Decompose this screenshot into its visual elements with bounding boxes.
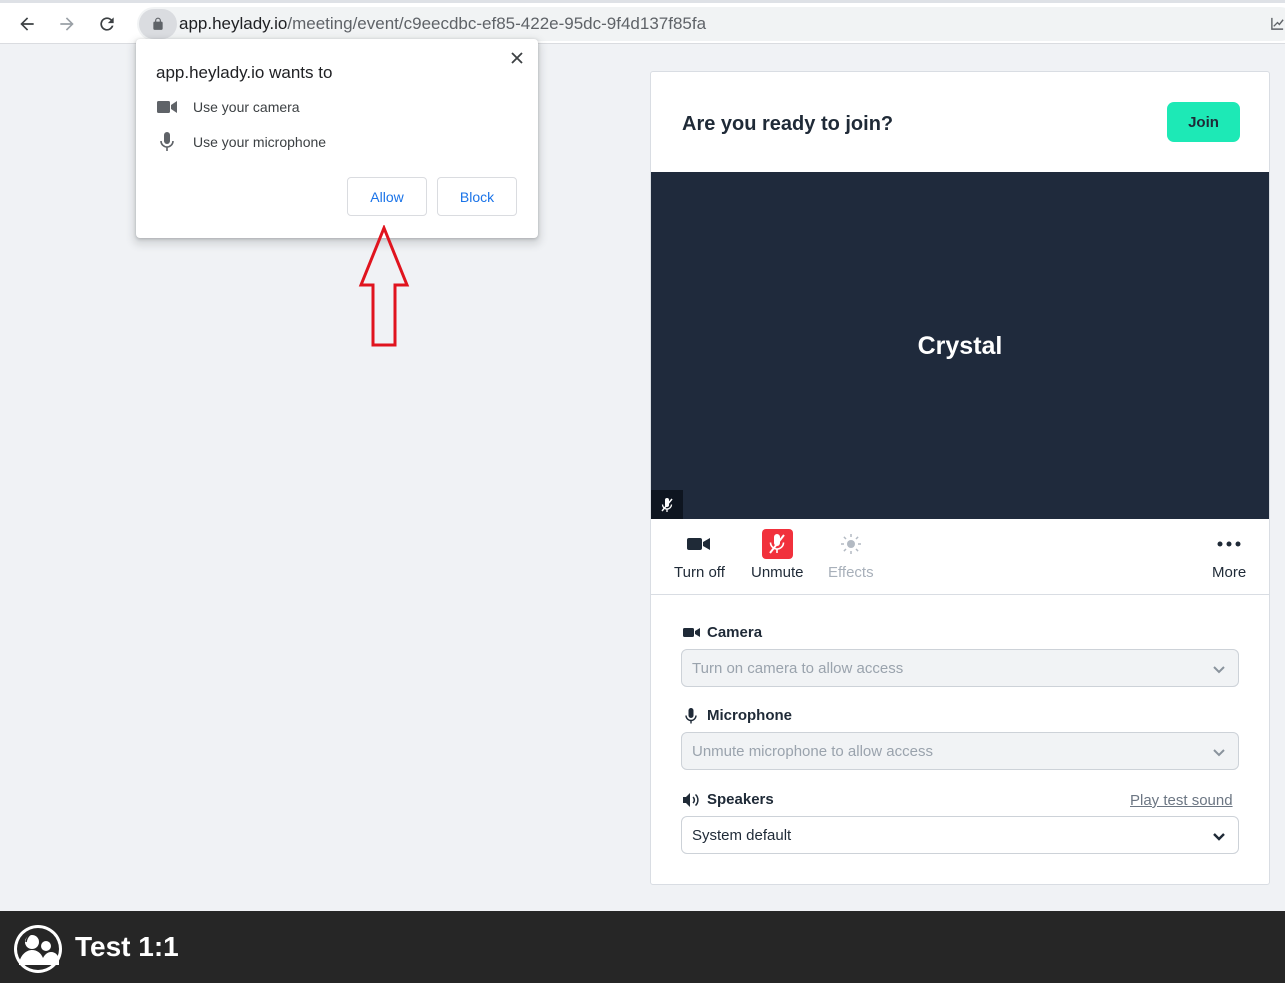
chart-icon[interactable] [1270,16,1285,31]
arrow-up-icon [358,225,410,347]
chevron-down-icon [1213,749,1225,757]
speakers-label: Speakers [682,791,774,808]
microphone-icon [156,132,178,151]
microphone-icon [682,707,700,724]
more-button[interactable]: More [1212,529,1246,581]
url-text: app.heylady.io/meeting/event/c9eecdbc-ef… [179,14,706,34]
video-preview: Crystal [651,172,1269,519]
allow-button[interactable]: Allow [347,177,427,216]
mic-off-icon [769,534,786,554]
card-title: Are you ready to join? [682,113,894,135]
reload-icon [100,17,114,31]
address-bar[interactable]: app.heylady.io/meeting/event/c9eecdbc-ef… [137,7,1285,41]
browser-toolbar: app.heylady.io/meeting/event/c9eecdbc-ef… [0,0,1285,44]
mic-muted-badge [651,490,683,519]
chevron-down-icon [1213,666,1225,674]
video-camera-icon [156,98,178,116]
permission-camera-label: Use your camera [193,99,300,115]
permission-title: app.heylady.io wants to [156,63,333,82]
effects-label: Effects [828,564,874,581]
mic-off-icon [661,497,673,512]
more-dots-icon [1217,541,1241,547]
play-test-sound-link[interactable]: Play test sound [1130,792,1233,809]
camera-toggle-label: Turn off [674,564,725,581]
reload-button[interactable] [92,9,122,39]
forward-button[interactable] [52,9,82,39]
close-icon [511,52,523,64]
video-camera-icon [687,538,711,550]
media-controls: Turn off Unmute Effects More [651,519,1269,595]
microphone-select-text: Unmute microphone to allow access [692,742,933,760]
speakers-select[interactable]: System default [681,816,1239,854]
unmute-label: Unmute [751,564,804,581]
chevron-down-icon [1213,833,1225,841]
heylady-logo-icon [14,925,62,973]
more-label: More [1212,564,1247,581]
speakers-select-text: System default [692,826,792,844]
arrow-left-icon [20,17,34,31]
back-button[interactable] [12,9,42,39]
camera-label: Camera [682,624,762,641]
unmute-button[interactable]: Unmute [751,529,804,581]
site-info-button[interactable] [139,9,177,39]
bottom-bar: Test 1:1 [0,911,1285,983]
lock-icon [153,17,163,30]
camera-toggle-button[interactable]: Turn off [674,529,725,581]
permission-microphone-label: Use your microphone [193,134,327,150]
participant-name: Crystal [917,332,1003,360]
microphone-label-text: Microphone [707,707,792,724]
microphone-select[interactable]: Unmute microphone to allow access [681,732,1239,770]
video-camera-icon [682,627,700,638]
arrow-right-icon [60,17,74,31]
close-button[interactable] [508,49,526,67]
effects-button[interactable]: Effects [828,529,874,581]
join-button[interactable]: Join [1167,102,1240,142]
camera-label-text: Camera [707,624,763,641]
url-path: /meeting/event/c9eecdbc-ef85-422e-95dc-9… [287,14,707,33]
camera-select-text: Turn on camera to allow access [692,659,904,677]
speakers-label-text: Speakers [707,791,774,808]
block-button[interactable]: Block [437,177,517,216]
microphone-label: Microphone [682,707,792,724]
permission-microphone-row: Use your microphone [156,132,327,151]
meeting-title: Test 1:1 [75,931,179,962]
url-host: app.heylady.io [179,14,288,33]
join-card: Are you ready to join? Join Crystal Turn… [650,71,1270,885]
sun-icon [840,534,861,554]
permission-camera-row: Use your camera [156,98,300,116]
camera-select[interactable]: Turn on camera to allow access [681,649,1239,687]
permission-prompt: app.heylady.io wants to Use your camera … [136,39,538,238]
speaker-icon [682,792,700,807]
